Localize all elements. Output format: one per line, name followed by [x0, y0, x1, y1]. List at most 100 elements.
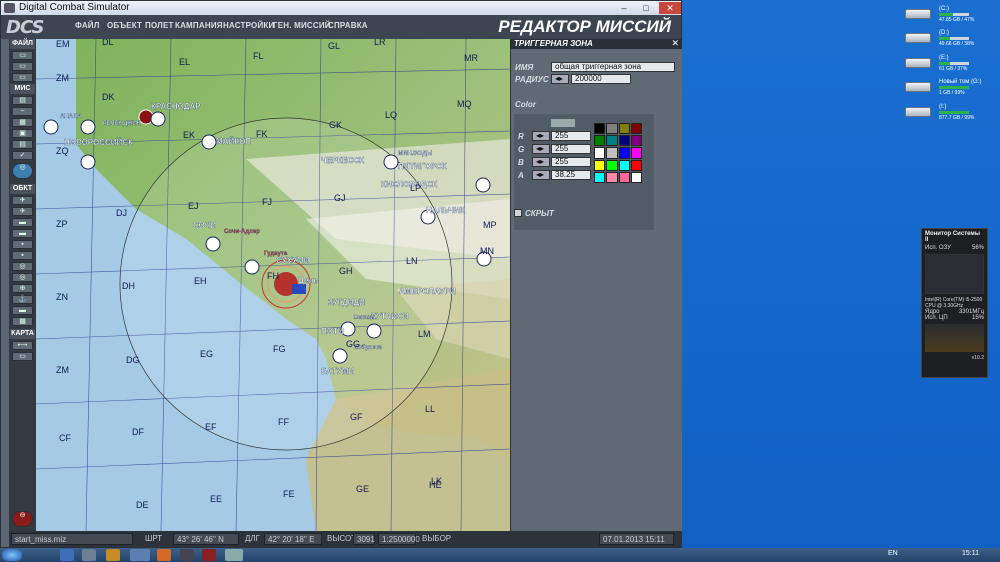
palette-swatch[interactable] [630, 171, 642, 183]
taskbar-app-icon[interactable] [130, 549, 150, 561]
zone-icon[interactable]: ◎ [12, 262, 33, 271]
taskbar-ie-icon[interactable] [60, 549, 74, 561]
grid-label: ZQ [56, 146, 69, 156]
tool-button-1[interactable]: ▤ [12, 96, 33, 105]
taskbar-app2-icon[interactable] [180, 549, 194, 561]
a-stepper[interactable]: ◂▸ [532, 170, 550, 180]
radius-stepper[interactable]: ◂▸ [551, 74, 569, 84]
city-anapa: АНАПА [60, 114, 82, 120]
save-mission-button[interactable]: ▭ [12, 73, 33, 82]
minimize-button[interactable]: – [613, 2, 635, 14]
palette-swatch[interactable] [606, 159, 618, 171]
palette-swatch[interactable] [606, 135, 618, 147]
taskbar-dcs-icon[interactable] [225, 549, 243, 561]
section-mission: МИС [10, 84, 35, 94]
r-input[interactable]: 255 [551, 131, 591, 141]
anchor-icon[interactable]: ⚓ [12, 295, 33, 304]
new-mission-button[interactable]: ▭ [12, 51, 33, 60]
drive-item[interactable]: (E:) 61 GB / 37% [905, 55, 975, 73]
menu-campaign[interactable]: КАМПАНИЯ [175, 21, 223, 30]
template-icon[interactable]: ▪ [12, 251, 33, 260]
language-indicator[interactable]: EN [888, 550, 898, 557]
compass-icon[interactable]: ◎ [12, 163, 33, 179]
maximize-button[interactable]: □ [635, 2, 657, 14]
drive-item[interactable]: Новый том (G:) 1 GB / 99% [905, 79, 981, 97]
taskbar-folder-icon[interactable] [106, 549, 120, 561]
palette-swatch[interactable] [630, 135, 642, 147]
g-stepper[interactable]: ◂▸ [532, 144, 550, 154]
r-label: R [518, 132, 524, 141]
menu-mission-gen[interactable]: ГЕН. МИССИЙ [273, 21, 331, 30]
menu-settings[interactable]: НАСТРОЙКИ [223, 21, 274, 30]
drive-item[interactable]: (D:) 49.66 GB / 38% [905, 30, 975, 48]
plane-icon[interactable]: ✈ [12, 196, 33, 205]
palette-swatch[interactable] [606, 171, 618, 183]
close-button[interactable]: ✕ [659, 2, 681, 14]
start-button[interactable] [2, 549, 22, 561]
radius-label: РАДИУС [515, 75, 549, 84]
open-mission-button[interactable]: ▭ [12, 62, 33, 71]
clock[interactable]: 15:11 [962, 550, 979, 557]
palette-swatch[interactable] [594, 147, 606, 159]
palette-swatch[interactable] [630, 147, 642, 159]
b-input[interactable]: 255 [551, 157, 591, 167]
palette-swatch[interactable] [618, 171, 630, 183]
palette-swatch[interactable] [594, 135, 606, 147]
taskbar-app3-icon[interactable] [202, 549, 216, 561]
mission-map[interactable]: НОВОРОССИЙСК АНАПА КРАСНОДАР МАЙКОП ЧЕРК… [36, 39, 510, 531]
grid-icon[interactable]: ▦ [12, 317, 33, 326]
static-icon[interactable]: ▪ [12, 240, 33, 249]
tool-button-6[interactable]: ✓ [12, 151, 33, 160]
exit-icon[interactable]: ⊖ [12, 511, 33, 527]
hard-drive-icon [905, 9, 931, 19]
taskbar-explorer-icon[interactable] [82, 549, 96, 561]
target-icon[interactable]: ⊕ [12, 284, 33, 293]
menu-file[interactable]: ФАЙЛ [75, 21, 100, 30]
palette-swatch[interactable] [630, 159, 642, 171]
tool-button-4[interactable]: ▣ [12, 129, 33, 138]
zone-name-input[interactable]: общая триггерная зона [551, 62, 675, 72]
ship-icon[interactable]: ▬ [12, 218, 33, 227]
palette-swatch[interactable] [630, 123, 642, 135]
a-input[interactable]: 38.25 [551, 170, 591, 180]
b-stepper[interactable]: ◂▸ [532, 157, 550, 167]
grid-label: EM [56, 39, 70, 49]
menu-flight[interactable]: ПОЛЕТ [145, 21, 174, 30]
trigger-zone-label: Цель [298, 276, 318, 285]
drive-item[interactable]: (C:) 47.85 GB / 47% [905, 6, 975, 24]
title-bar: Digital Combat Simulator – □ ✕ [1, 1, 681, 15]
tool-button-2[interactable]: ~ [12, 107, 33, 116]
palette-swatch[interactable] [606, 123, 618, 135]
color-palette [594, 123, 642, 183]
menu-help[interactable]: СПРАВКА [328, 21, 368, 30]
tool-button-3[interactable]: ▦ [12, 118, 33, 127]
g-input[interactable]: 255 [551, 144, 591, 154]
city-sochi: СОЧИ [193, 221, 216, 230]
layers-icon[interactable]: ▭ [12, 352, 33, 361]
radius-input[interactable]: 200000 [571, 74, 631, 84]
nav-icon[interactable]: ◎ [12, 273, 33, 282]
palette-swatch[interactable] [594, 159, 606, 171]
helicopter-icon[interactable]: ✈ [12, 207, 33, 216]
tool-button-5[interactable]: ▤ [12, 140, 33, 149]
menu-object[interactable]: ОБЪЕКТ [107, 21, 142, 30]
city-pyatigorsk: ПЯТИГОРСК [398, 162, 447, 171]
panel-close-button[interactable]: ✕ [671, 38, 679, 49]
name-label: ИМЯ [515, 63, 534, 72]
palette-swatch[interactable] [618, 123, 630, 135]
hidden-checkbox[interactable] [514, 209, 522, 217]
palette-swatch[interactable] [618, 135, 630, 147]
palette-swatch[interactable] [618, 159, 630, 171]
ruler-icon[interactable]: ⟷ [12, 341, 33, 350]
r-stepper[interactable]: ◂▸ [532, 131, 550, 141]
drive-item[interactable]: (I:) 877.7 GB / 99% [905, 104, 975, 122]
taskbar-firefox-icon[interactable] [157, 549, 171, 561]
palette-swatch[interactable] [594, 123, 606, 135]
palette-swatch[interactable] [618, 147, 630, 159]
palette-swatch[interactable] [606, 147, 618, 159]
grid-label: ZM [56, 365, 69, 375]
vehicle-icon[interactable]: ▬ [12, 229, 33, 238]
map-canvas[interactable]: НОВОРОССИЙСК АНАПА КРАСНОДАР МАЙКОП ЧЕРК… [36, 39, 510, 531]
line-icon[interactable]: ▬ [12, 306, 33, 315]
palette-swatch[interactable] [594, 171, 606, 183]
